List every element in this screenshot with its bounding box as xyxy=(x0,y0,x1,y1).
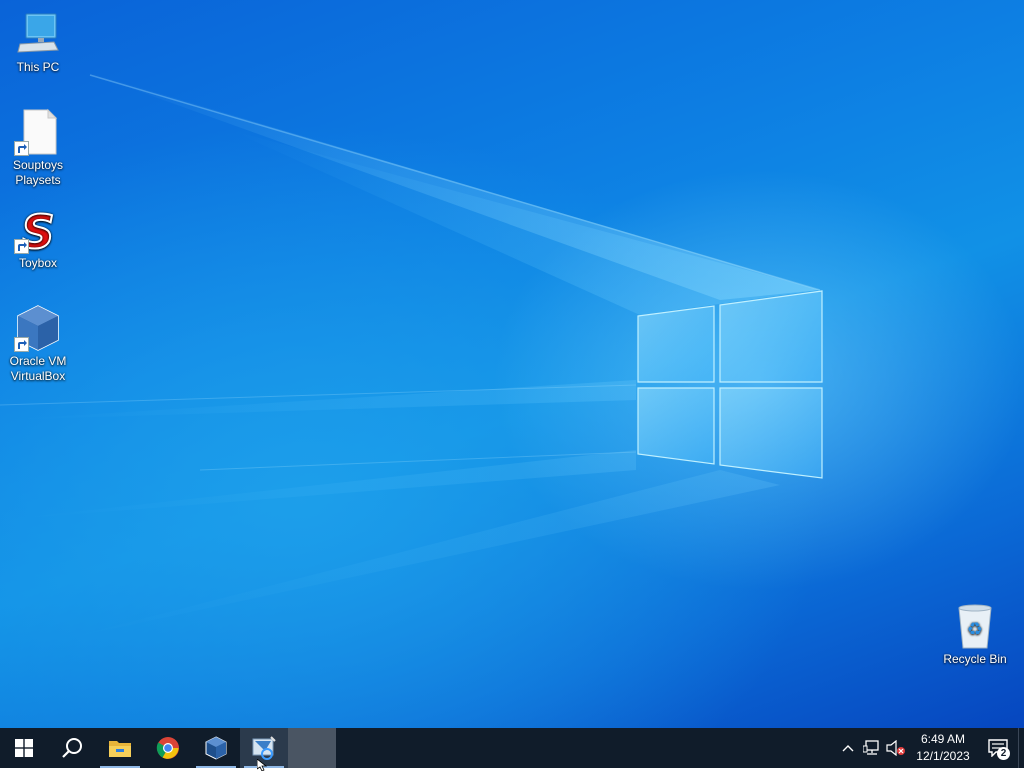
windows-logo-icon xyxy=(15,739,33,757)
network-button[interactable] xyxy=(860,728,884,768)
desktop-icon-oracle-vm-virtualbox[interactable]: Oracle VM VirtualBox xyxy=(2,304,74,384)
start-button[interactable] xyxy=(0,728,48,768)
system-tray: 6:49 AM 12/1/2023 2 xyxy=(836,728,1024,768)
virtualbox-button[interactable] xyxy=(192,728,240,768)
chrome-icon xyxy=(156,737,179,759)
wallpaper-light-beams xyxy=(0,0,1024,728)
desktop-icon-recycle-bin[interactable]: ♻ Recycle Bin xyxy=(939,602,1011,667)
folder-icon xyxy=(109,741,131,757)
desktop-icon-toybox[interactable]: S Toybox xyxy=(2,206,74,271)
computer-icon xyxy=(14,10,62,58)
clock-date: 12/1/2023 xyxy=(916,749,970,763)
show-desktop-button[interactable] xyxy=(1018,728,1024,768)
taskbar: 6:49 AM 12/1/2023 2 xyxy=(0,728,1024,768)
desktop-icon-label: Recycle Bin xyxy=(943,652,1007,666)
mouse-cursor-icon xyxy=(256,758,269,776)
wallpaper-windows-logo xyxy=(636,288,826,482)
desktop-icon-label: Souptoys Playsets xyxy=(12,158,64,187)
desktop-icon-label: This PC xyxy=(16,60,60,74)
search-icon xyxy=(62,738,82,758)
desktop-icon-this-pc[interactable]: This PC xyxy=(2,10,74,75)
network-icon xyxy=(863,740,879,755)
notification-count-badge: 2 xyxy=(997,747,1010,760)
svg-text:♻: ♻ xyxy=(967,619,983,640)
desktop-icon-label: Oracle VM VirtualBox xyxy=(9,354,67,383)
red-s-icon: S xyxy=(14,206,62,254)
clock-time: 6:49 AM xyxy=(920,732,966,746)
blank-file-icon xyxy=(14,108,62,156)
desktop: This PC Souptoys Playsets S Toybox Oracl… xyxy=(0,0,1024,728)
file-explorer-button[interactable] xyxy=(96,728,144,768)
shortcut-arrow-icon xyxy=(14,141,29,156)
desktop-icon-label: Toybox xyxy=(18,256,58,270)
clock-button[interactable]: 6:49 AM 12/1/2023 xyxy=(908,731,978,765)
volume-muted-icon xyxy=(886,740,905,756)
show-hidden-icons-button[interactable] xyxy=(836,728,860,768)
desktop-icon-souptoys-playsets[interactable]: Souptoys Playsets xyxy=(2,108,74,188)
recycle-bin-icon: ♻ xyxy=(951,602,999,650)
taskbar-empty-button[interactable] xyxy=(288,728,336,768)
virtualbox-icon xyxy=(205,736,227,760)
notifications-button[interactable]: 2 xyxy=(978,728,1018,768)
virtualbox-icon xyxy=(14,304,62,352)
shortcut-arrow-icon xyxy=(14,337,29,352)
chrome-button[interactable] xyxy=(144,728,192,768)
shortcut-arrow-icon xyxy=(14,239,29,254)
chevron-up-icon xyxy=(842,745,854,752)
volume-button[interactable] xyxy=(884,728,908,768)
search-button[interactable] xyxy=(48,728,96,768)
